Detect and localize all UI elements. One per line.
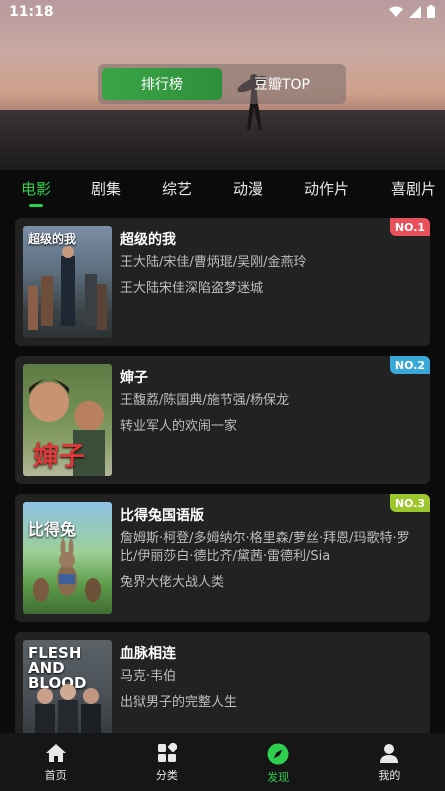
segment-douban-top[interactable]: 豆瓣TOP xyxy=(222,68,342,100)
tab-anime[interactable]: 动漫 xyxy=(233,178,263,199)
movie-card[interactable]: FLESH AND BLOOD 血脉相连 马克·韦伯 出狱男子的完整人生 xyxy=(15,632,430,742)
movie-description: 王大陆宋佳深陷盗梦迷城 xyxy=(120,281,264,296)
nav-discover[interactable]: 发现 xyxy=(223,733,334,791)
ranking-segment-control: 排行榜 豆瓣TOP xyxy=(98,64,346,104)
movie-card[interactable]: 婶子 婶子 王馥荔/陈国典/施节强/杨保龙 转业军人的欢闹一家 NO.2 xyxy=(15,356,430,484)
movie-poster: 超级的我 xyxy=(23,226,112,338)
nav-category[interactable]: 分类 xyxy=(111,733,222,791)
person-icon xyxy=(380,744,399,763)
tab-movie[interactable]: 电影 xyxy=(21,178,51,199)
nav-profile[interactable]: 我的 xyxy=(334,733,445,791)
status-time: 11:18 xyxy=(9,4,54,20)
movie-poster: 婶子 xyxy=(23,364,112,476)
status-icons xyxy=(389,5,435,18)
segment-ranking[interactable]: 排行榜 xyxy=(102,68,222,100)
nav-label: 分类 xyxy=(155,769,178,782)
tab-action[interactable]: 动作片 xyxy=(304,178,349,199)
movie-card[interactable]: 比得兔 比得兔国语版 詹姆斯·柯登/多姆纳尔·格里森/萝丝·拜恩/玛歌特·罗比/… xyxy=(15,494,430,622)
bottom-navigation: 首页 分类 发现 我的 xyxy=(0,733,445,791)
movie-title: 超级的我 xyxy=(120,232,176,248)
movie-description: 转业军人的欢闹一家 xyxy=(120,419,238,434)
active-tab-indicator xyxy=(29,204,43,207)
hero-ground xyxy=(0,110,445,170)
nav-home[interactable]: 首页 xyxy=(0,733,111,791)
rank-badge: NO.1 xyxy=(390,218,430,236)
nav-label: 发现 xyxy=(267,771,290,784)
wifi-icon xyxy=(389,6,403,17)
movie-cast: 马克·韦伯 xyxy=(120,669,177,684)
tab-series[interactable]: 剧集 xyxy=(91,178,121,199)
movie-title: 血脉相连 xyxy=(120,646,176,662)
home-icon xyxy=(45,744,66,762)
battery-icon xyxy=(427,5,435,18)
nav-label: 首页 xyxy=(44,769,67,782)
movie-poster: FLESH AND BLOOD xyxy=(23,640,112,742)
category-icon xyxy=(157,743,177,762)
signal-icon xyxy=(409,5,421,18)
rank-badge: NO.2 xyxy=(390,356,430,374)
movie-description: 兔界大佬大战人类 xyxy=(120,575,225,590)
movie-cast: 王大陆/宋佳/曹炳琨/吴刚/金燕玲 xyxy=(120,255,307,270)
movie-poster: 比得兔 xyxy=(23,502,112,614)
movie-title: 比得兔国语版 xyxy=(120,508,204,524)
movie-cast: 詹姆斯·柯登/多姆纳尔·格里森/萝丝·拜恩/玛歌特·罗比/伊丽莎白·德比齐/黛茜… xyxy=(120,531,410,564)
status-bar: 11:18 xyxy=(0,0,445,26)
poster-title: 婶子 xyxy=(33,442,86,472)
category-tabs: 电影 剧集 综艺 动漫 动作片 喜剧片 xyxy=(0,170,445,214)
movie-title: 婶子 xyxy=(120,370,148,386)
movie-cast: 王馥荔/陈国典/施节强/杨保龙 xyxy=(120,393,290,408)
tab-variety[interactable]: 综艺 xyxy=(162,178,192,199)
rank-badge: NO.3 xyxy=(390,494,430,512)
movie-description: 出狱男子的完整人生 xyxy=(120,695,238,710)
movie-card[interactable]: 超级的我 超级的我 王大陆/宋佳/曹炳琨/吴刚/金燕玲 王大陆宋佳深陷盗梦迷城 … xyxy=(15,218,430,346)
compass-icon xyxy=(267,743,289,765)
nav-label: 我的 xyxy=(378,769,401,782)
tab-comedy[interactable]: 喜剧片 xyxy=(391,178,436,199)
